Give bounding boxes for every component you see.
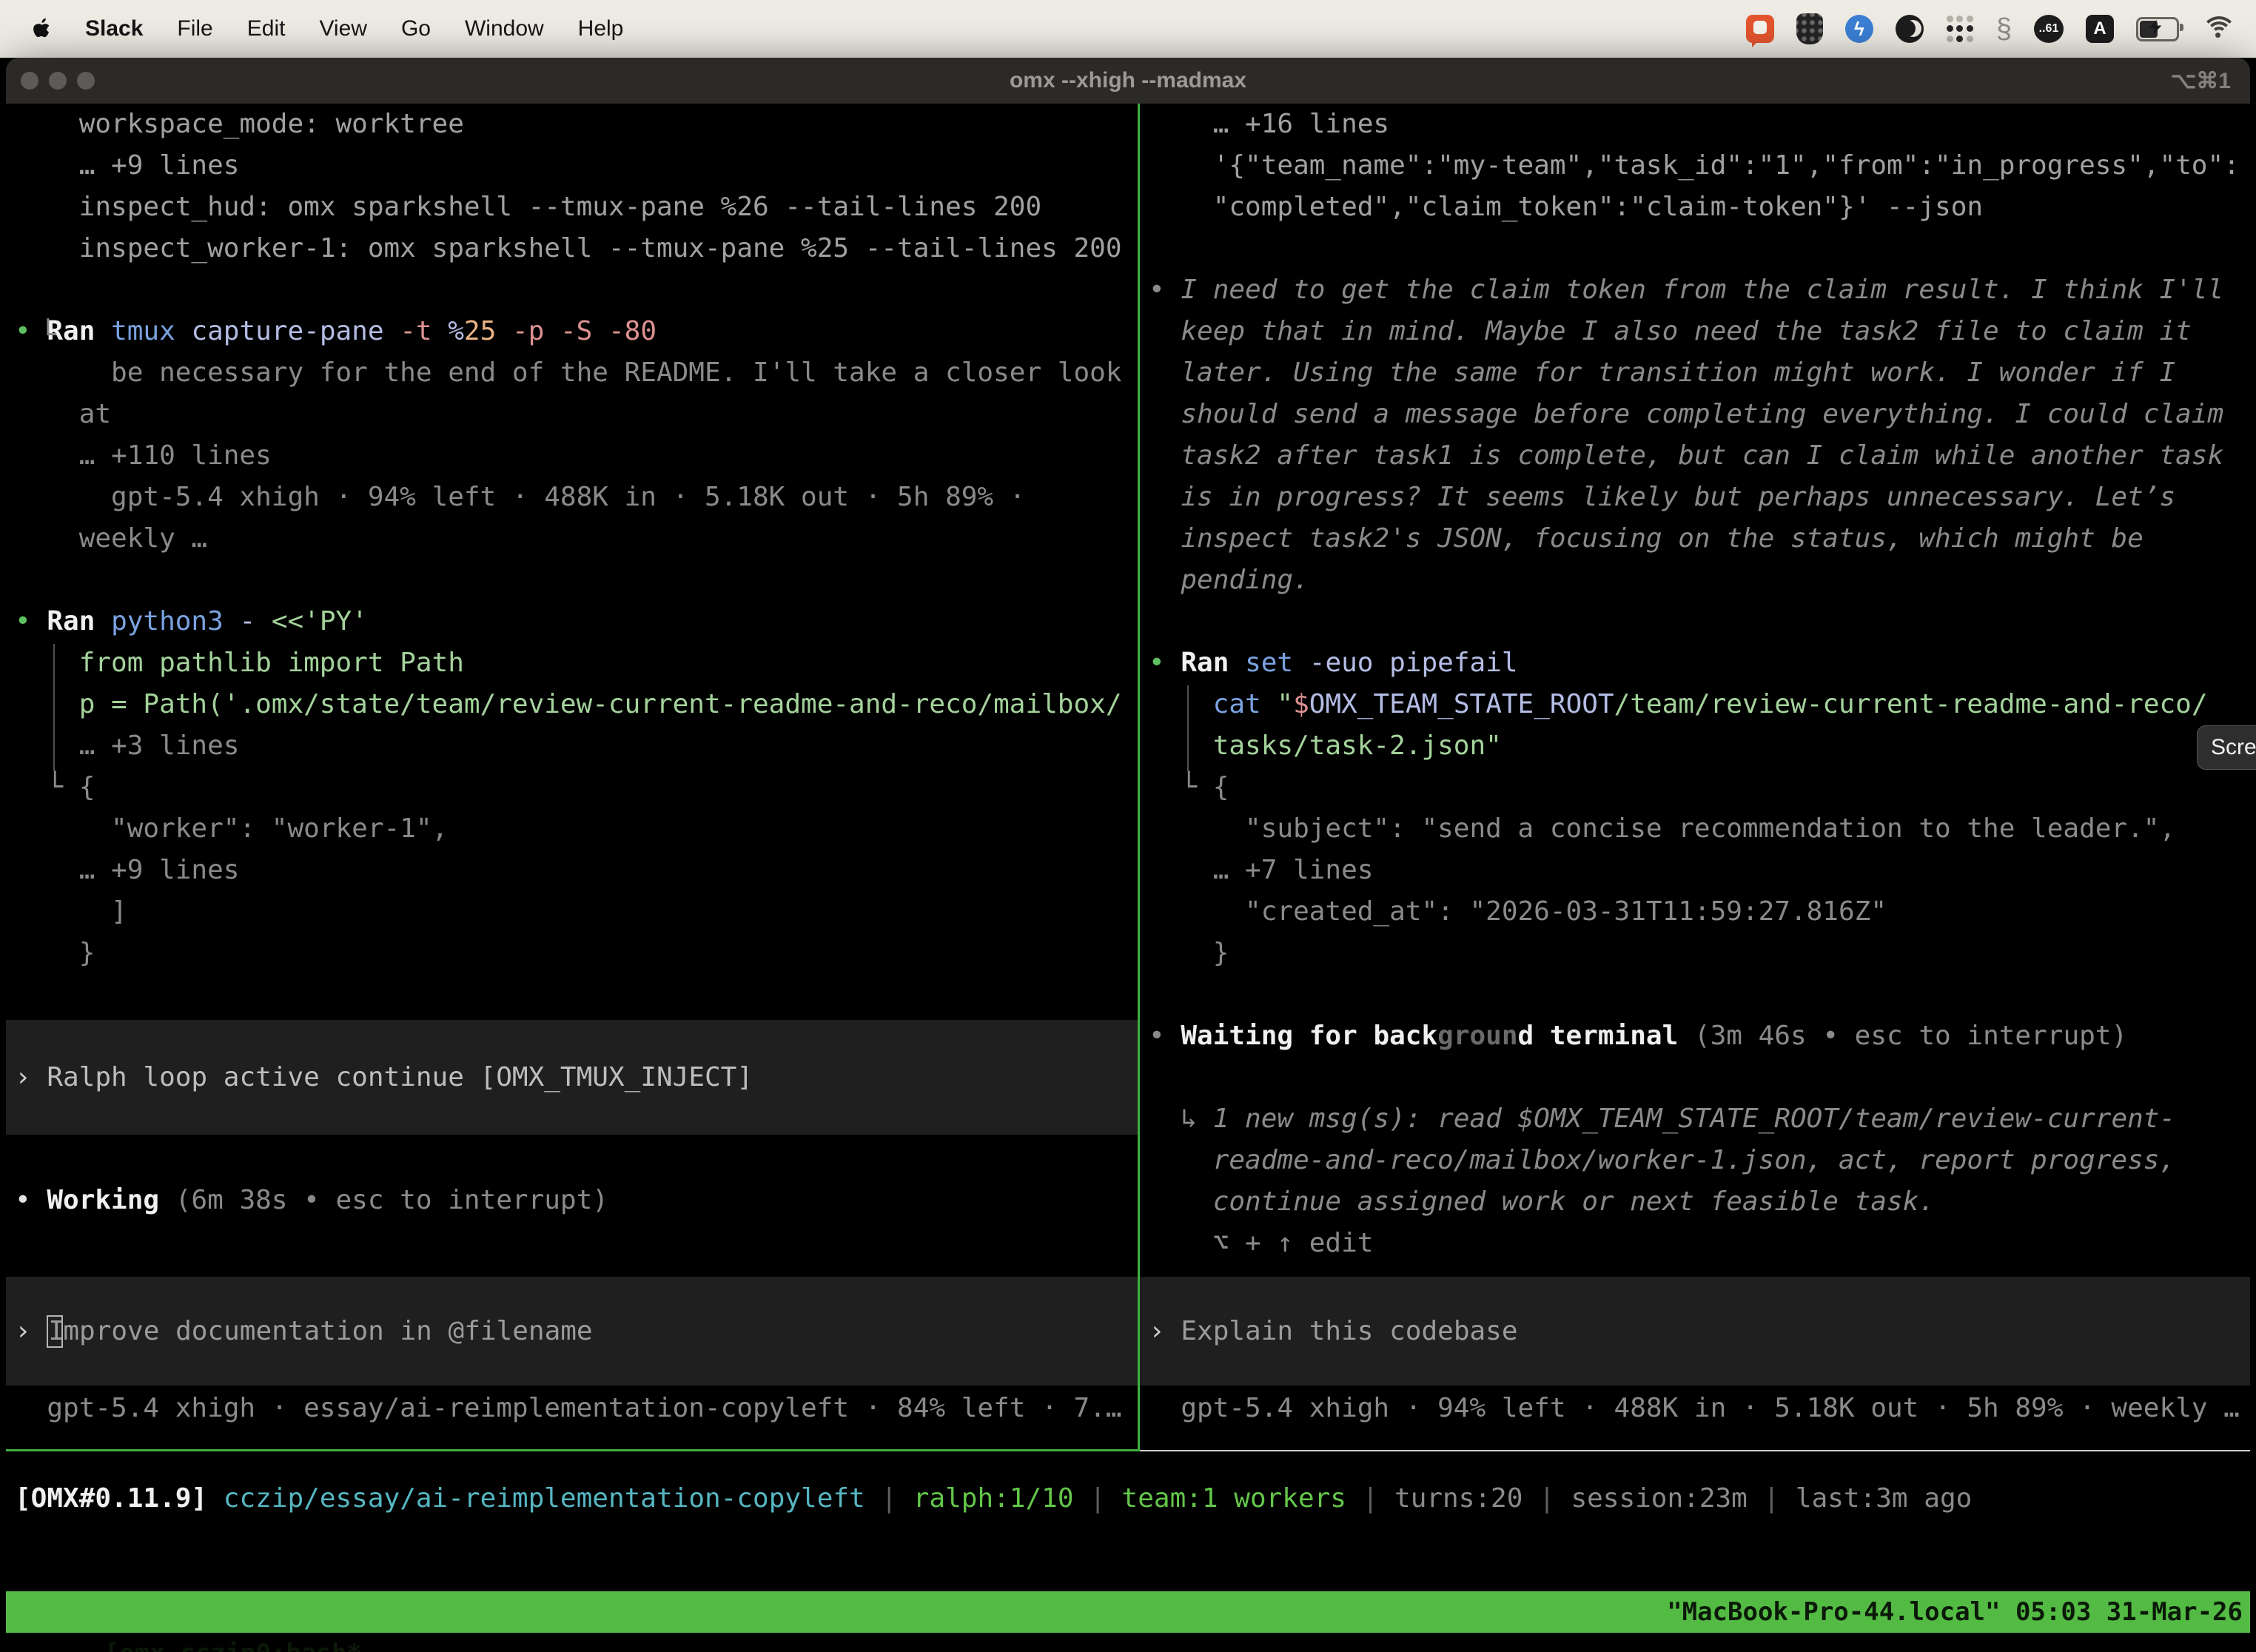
battery-icon[interactable] <box>2136 17 2179 41</box>
terminal-line: … +3 lines <box>6 725 1138 767</box>
close-button[interactable] <box>21 72 38 90</box>
wifi-icon[interactable] <box>2201 16 2234 41</box>
minimize-button[interactable] <box>49 72 67 90</box>
terminal-output: … +16 lines '{"team_name":"my-team","tas… <box>1140 104 2250 1264</box>
terminal-line: readme-and-reco/mailbox/worker-1.json, a… <box>1140 1140 2250 1181</box>
terminal-line: inspect_worker-1: omx sparkshell --tmux-… <box>6 228 1138 269</box>
terminal-line: • Waiting for background terminal (3m 46… <box>1140 1015 2250 1057</box>
terminal-output: workspace_mode: worktree … +9 lines insp… <box>6 104 1138 974</box>
menu-status-icons: ϟ § ..61 A <box>1746 13 2256 44</box>
terminal-line: … +9 lines <box>6 850 1138 891</box>
terminal-line: inspect_hud: omx sparkshell --tmux-pane … <box>6 187 1138 228</box>
terminal-line: } <box>6 933 1138 974</box>
terminal-line: p = Path('.omx/state/team/review-current… <box>6 684 1138 725</box>
terminal-window: omx --xhigh --madmax ⌥⌘1 workspace_mode:… <box>6 58 2250 1652</box>
tree-corner-glyph: └ <box>40 320 56 350</box>
active-pane-border <box>6 1449 1138 1451</box>
terminal-line <box>1140 1057 2250 1098</box>
window-title: omx --xhigh --madmax <box>1010 68 1246 93</box>
terminal-line: continue assigned work or next feasible … <box>1140 1181 2250 1223</box>
menu-item-help[interactable]: Help <box>578 16 624 41</box>
terminal-line: └ { <box>6 767 1138 808</box>
terminal-line: └ { <box>1140 767 2250 808</box>
terminal-line: '{"team_name":"my-team","task_id":"1","f… <box>1140 145 2250 187</box>
terminal-line: … +9 lines <box>6 145 1138 187</box>
prompt-input-left[interactable]: › Improve documentation in @filename <box>6 1277 1138 1386</box>
security-grid-icon[interactable] <box>1796 13 1823 44</box>
terminal-line: from pathlib import Path <box>6 642 1138 684</box>
moon-icon[interactable] <box>1896 15 1924 43</box>
terminal-line: ↳ 1 new msg(s): read $OMX_TEAM_STATE_ROO… <box>1140 1098 2250 1140</box>
menu-app-name[interactable]: Slack <box>85 16 143 41</box>
terminal-line <box>1140 601 2250 642</box>
stats-bolt-icon[interactable]: ϟ <box>1845 15 1873 43</box>
terminal-line: • Ran set -euo pipefail <box>1140 642 2250 684</box>
terminal-line: … +110 lines <box>6 435 1138 477</box>
model-status-line-left: gpt-5.4 xhigh · essay/ai-reimplementatio… <box>6 1388 1138 1429</box>
terminal-line: pending. <box>1140 560 2250 601</box>
terminal-line <box>1140 974 2250 1015</box>
terminal-line: • Ran tmux capture-pane -t %25 -p -S -80 <box>6 311 1138 352</box>
tmux-pane-left[interactable]: workspace_mode: worktree … +9 lines insp… <box>6 104 1138 1449</box>
prompt-input-right[interactable]: › Explain this codebase <box>1140 1277 2250 1386</box>
zoom-button[interactable] <box>77 72 95 90</box>
terminal-line: should send a message before completing … <box>1140 394 2250 435</box>
omx-hud-status-line: [OMX#0.11.9] cczip/essay/ai-reimplementa… <box>6 1478 2250 1520</box>
terminal-line <box>6 560 1138 601</box>
terminal-line: is in progress? It seems likely but perh… <box>1140 477 2250 518</box>
terminal-line: "completed","claim_token":"claim-token"}… <box>1140 187 2250 228</box>
menu-item-edit[interactable]: Edit <box>247 16 286 41</box>
terminal-line: be necessary for the end of the README. … <box>6 352 1138 394</box>
chat-icon[interactable] <box>1746 15 1774 43</box>
terminal-line: "subject": "send a concise recommendatio… <box>1140 808 2250 850</box>
model-status-line-right: gpt-5.4 xhigh · 94% left · 488K in · 5.1… <box>1140 1388 2250 1429</box>
tree-connector-line <box>1187 685 1189 771</box>
terminal-line: inspect task2's JSON, focusing on the st… <box>1140 518 2250 560</box>
screenshot-tooltip: Scre <box>2197 725 2256 770</box>
terminal-line: } <box>1140 933 2250 974</box>
tree-connector-line <box>53 644 55 771</box>
terminal-line: keep that in mind. Maybe I also need the… <box>1140 311 2250 352</box>
terminal-line: • I need to get the claim token from the… <box>1140 269 2250 311</box>
terminal-line: "worker": "worker-1", <box>6 808 1138 850</box>
screenshot-tooltip-label: Scre <box>2211 735 2256 760</box>
traffic-lights <box>21 58 95 104</box>
terminal-line <box>1140 228 2250 269</box>
terminal-line <box>6 269 1138 311</box>
working-status-line: • Working (6m 38s • esc to interrupt) <box>6 1180 1138 1221</box>
menu-item-file[interactable]: File <box>177 16 212 41</box>
window-title-bar[interactable]: omx --xhigh --madmax ⌥⌘1 <box>6 58 2250 104</box>
terminal-line: later. Using the same for transition mig… <box>1140 352 2250 394</box>
apple-menu-icon[interactable] <box>31 17 51 41</box>
terminal-line: tasks/task-2.json" <box>1140 725 2250 767</box>
tmux-pane-right[interactable]: … +16 lines '{"team_name":"my-team","tas… <box>1140 104 2250 1449</box>
menu-item-go[interactable]: Go <box>401 16 431 41</box>
input-source-icon[interactable]: A <box>2086 15 2114 43</box>
tmux-session-label: [omx-cczip0:bash* <box>104 1639 362 1652</box>
terminal-line: ⌥ + ↑ edit <box>1140 1223 2250 1264</box>
terminal-line: … +7 lines <box>1140 850 2250 891</box>
terminal-line: task2 after task1 is complete, but can I… <box>1140 435 2250 477</box>
badge-61-icon[interactable]: ..61 <box>2034 15 2064 43</box>
window-shortcut-badge: ⌥⌘1 <box>2171 68 2231 94</box>
menu-bar: Slack File Edit View Go Window Help ϟ § … <box>0 0 2256 58</box>
tmux-host-clock: "MacBook-Pro-44.local" 05:03 31-Mar-26 <box>1667 1591 2243 1633</box>
terminal-line: • Ran python3 - <<'PY' <box>6 601 1138 642</box>
apps-grid-icon[interactable] <box>1946 15 1974 43</box>
terminal-line: … +16 lines <box>1140 104 2250 145</box>
terminal-line: ] <box>6 891 1138 933</box>
menu-item-view[interactable]: View <box>319 16 366 41</box>
terminal-line: cat "$OMX_TEAM_STATE_ROOT/team/review-cu… <box>1140 684 2250 725</box>
tmux-status-bar: [omx-cczip0:bash* "MacBook-Pro-44.local"… <box>6 1591 2250 1633</box>
terminal-line: at <box>6 394 1138 435</box>
menu-item-window[interactable]: Window <box>465 16 544 41</box>
terminal-line: gpt-5.4 xhigh · 94% left · 488K in · 5.1… <box>6 477 1138 518</box>
hook-icon[interactable]: § <box>1996 15 2012 43</box>
terminal-line: workspace_mode: worktree <box>6 104 1138 145</box>
inactive-pane-border <box>1140 1450 2250 1451</box>
terminal-line: "created_at": "2026-03-31T11:59:27.816Z" <box>1140 891 2250 933</box>
ralph-loop-banner: › Ralph loop active continue [OMX_TMUX_I… <box>6 1020 1138 1135</box>
terminal-line: weekly … <box>6 518 1138 560</box>
terminal-content: workspace_mode: worktree … +9 lines insp… <box>6 104 2250 1652</box>
